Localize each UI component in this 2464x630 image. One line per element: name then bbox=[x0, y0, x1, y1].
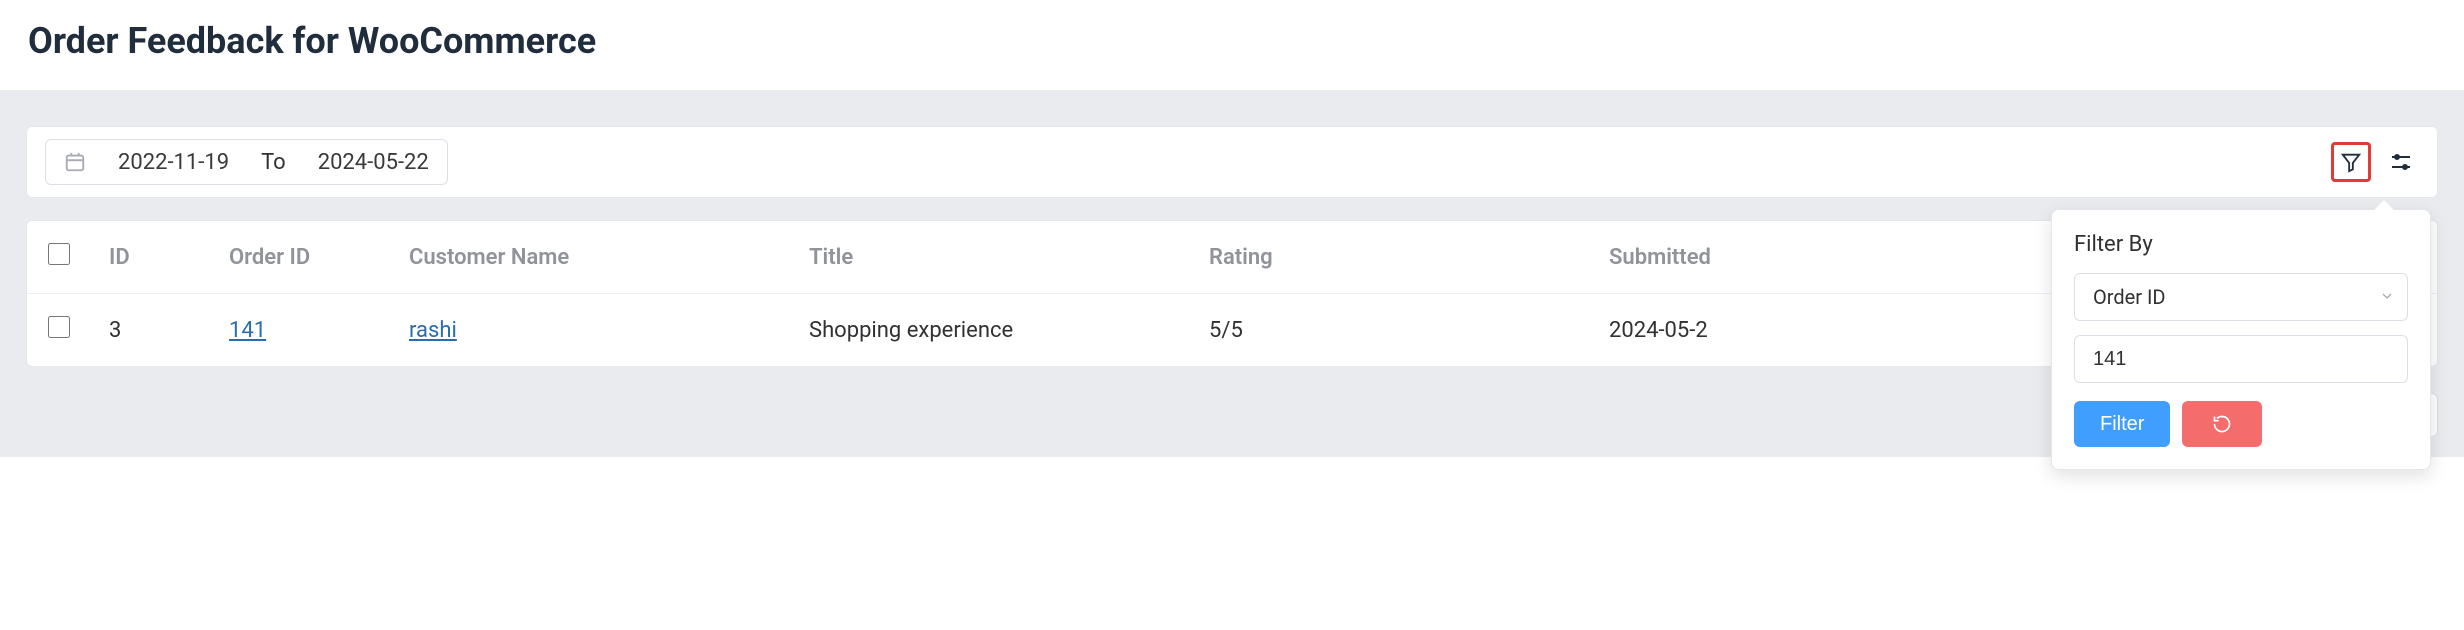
row-checkbox-cell bbox=[27, 294, 91, 367]
calendar-icon bbox=[64, 151, 86, 173]
content-area: 2022-11-19 To 2024-05-22 Filter By bbox=[0, 90, 2464, 457]
funnel-icon bbox=[2340, 151, 2362, 173]
date-separator: To bbox=[261, 150, 286, 175]
date-range-picker[interactable]: 2022-11-19 To 2024-05-22 bbox=[45, 139, 448, 185]
header-order-id: Order ID bbox=[211, 221, 391, 294]
cell-customer-name: rashi bbox=[391, 294, 791, 367]
filter-value-input[interactable] bbox=[2074, 335, 2408, 383]
toolbar: 2022-11-19 To 2024-05-22 Filter By bbox=[26, 126, 2438, 198]
header-checkbox-cell bbox=[27, 221, 91, 294]
refresh-icon bbox=[2212, 414, 2232, 434]
page-title: Order Feedback for WooCommerce bbox=[0, 0, 2464, 90]
date-start: 2022-11-19 bbox=[118, 150, 229, 175]
row-checkbox[interactable] bbox=[48, 316, 70, 338]
order-link[interactable]: 141 bbox=[229, 318, 266, 343]
cell-rating: 5/5 bbox=[1191, 294, 1591, 367]
header-rating: Rating bbox=[1191, 221, 1591, 294]
filter-button[interactable] bbox=[2331, 142, 2371, 182]
cell-order-id: 141 bbox=[211, 294, 391, 367]
chevron-down-icon bbox=[2379, 285, 2395, 309]
toolbar-actions bbox=[2331, 142, 2419, 182]
date-end: 2024-05-22 bbox=[318, 150, 429, 175]
filter-popover-actions: Filter bbox=[2074, 401, 2408, 447]
header-customer-name: Customer Name bbox=[391, 221, 791, 294]
sliders-icon bbox=[2389, 150, 2413, 174]
column-settings-button[interactable] bbox=[2383, 144, 2419, 180]
customer-link[interactable]: rashi bbox=[409, 318, 457, 343]
filter-field-value: Order ID bbox=[2093, 285, 2166, 309]
header-id: ID bbox=[91, 221, 211, 294]
header-title: Title bbox=[791, 221, 1191, 294]
filter-popover: Filter By Order ID Filter bbox=[2051, 209, 2431, 470]
cell-title: Shopping experience bbox=[791, 294, 1191, 367]
filter-field-select[interactable]: Order ID bbox=[2074, 273, 2408, 321]
filter-apply-button[interactable]: Filter bbox=[2074, 401, 2170, 447]
filter-reset-button[interactable] bbox=[2182, 401, 2262, 447]
select-all-checkbox[interactable] bbox=[48, 243, 70, 265]
filter-popover-title: Filter By bbox=[2074, 232, 2408, 257]
cell-id: 3 bbox=[91, 294, 211, 367]
